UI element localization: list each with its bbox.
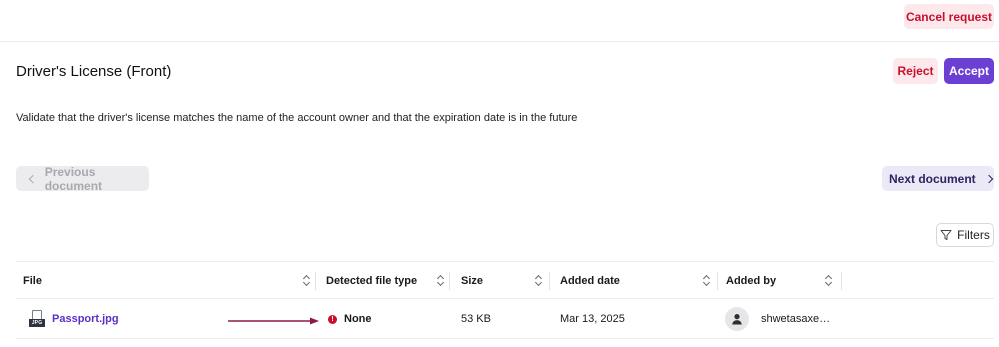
sort-icon[interactable] xyxy=(535,275,543,287)
column-header-added-by[interactable]: Added by xyxy=(726,262,776,299)
cancel-request-button[interactable]: Cancel request xyxy=(904,4,994,29)
sort-icon[interactable] xyxy=(703,275,711,287)
added-by-value: shwetasaxe… xyxy=(761,313,831,325)
jpg-file-icon: JPG xyxy=(29,310,45,328)
next-document-label: Next document xyxy=(889,171,976,186)
column-header-added-date[interactable]: Added date xyxy=(560,262,620,299)
table-header: File Detected file type Size Added date … xyxy=(16,261,994,299)
detected-type-cell: ! None xyxy=(328,299,372,339)
file-name-link[interactable]: Passport.jpg xyxy=(52,313,119,325)
user-icon xyxy=(732,314,742,325)
column-header-detected-file-type[interactable]: Detected file type xyxy=(326,262,417,299)
column-header-file[interactable]: File xyxy=(23,262,42,299)
file-cell[interactable]: JPG Passport.jpg xyxy=(29,299,119,339)
sort-icon[interactable] xyxy=(303,275,311,287)
document-description: Validate that the driver's license match… xyxy=(16,112,578,124)
added-by-cell: shwetasaxe… xyxy=(725,299,830,339)
filters-button[interactable]: Filters xyxy=(936,223,994,247)
page-title: Driver's License (Front) xyxy=(16,63,172,80)
added-date-cell: Mar 13, 2025 xyxy=(560,313,625,325)
reject-button[interactable]: Reject xyxy=(893,58,938,84)
size-cell: 53 KB xyxy=(461,313,491,325)
column-divider xyxy=(315,272,316,290)
previous-document-label: Previous document xyxy=(44,164,103,193)
previous-document-button[interactable]: Previous document xyxy=(16,164,149,193)
chevron-right-icon xyxy=(984,174,993,183)
column-divider xyxy=(717,272,718,290)
next-document-button[interactable]: Next document xyxy=(882,166,994,191)
column-divider xyxy=(449,272,450,290)
header-divider xyxy=(0,41,999,42)
column-header-size[interactable]: Size xyxy=(461,262,483,299)
column-divider xyxy=(841,272,842,290)
filters-label: Filters xyxy=(957,228,990,242)
sort-icon[interactable] xyxy=(825,275,833,287)
sort-icon[interactable] xyxy=(437,275,445,287)
avatar xyxy=(725,307,749,331)
filter-icon xyxy=(940,230,952,240)
accept-button[interactable]: Accept xyxy=(944,58,994,84)
files-table: File Detected file type Size Added date … xyxy=(16,261,994,339)
table-row[interactable]: JPG Passport.jpg ! None 53 KB Mar 13, 20… xyxy=(16,299,994,339)
error-icon: ! xyxy=(328,314,337,324)
detected-type-value: None xyxy=(344,313,372,325)
chevron-left-icon xyxy=(28,174,37,183)
arrow-annotation-icon xyxy=(228,317,319,325)
column-divider xyxy=(549,272,550,290)
